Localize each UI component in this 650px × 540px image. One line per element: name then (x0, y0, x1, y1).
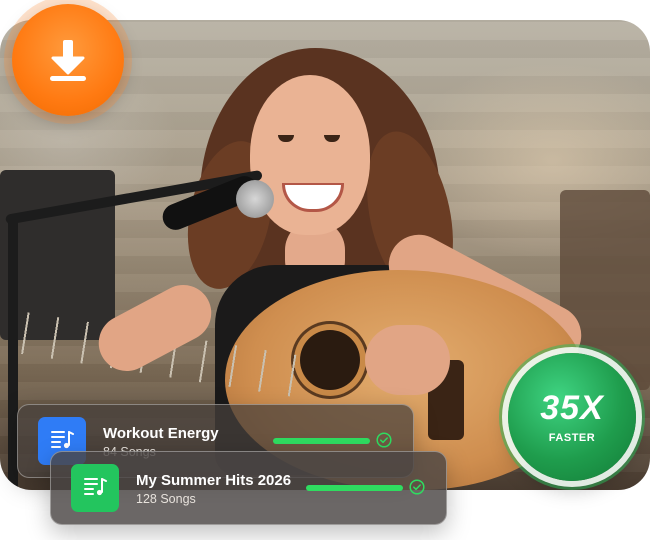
playlist-cover (71, 464, 119, 512)
smile (282, 183, 344, 212)
download-button[interactable] (12, 4, 124, 116)
right-eye (324, 135, 340, 142)
check-circle-icon (409, 479, 425, 495)
playlist-title: My Summer Hits 2026 (136, 472, 292, 489)
music-list-icon (82, 473, 108, 504)
speed-badge: 35X FASTER (508, 353, 636, 481)
playlist-title: Workout Energy (103, 425, 219, 442)
speed-label: FASTER (548, 432, 596, 444)
download-icon (42, 34, 94, 86)
progress-bar (273, 438, 370, 444)
strumming-hand (365, 325, 450, 395)
playlist-card[interactable]: My Summer Hits 2026 128 Songs (50, 451, 447, 525)
progress-bar (306, 485, 403, 491)
check-circle-icon (376, 432, 392, 448)
microphone-head (236, 180, 274, 218)
left-eye (278, 135, 294, 142)
speed-value: 35X (540, 389, 604, 427)
playlist-song-count: 128 Songs (136, 492, 196, 506)
